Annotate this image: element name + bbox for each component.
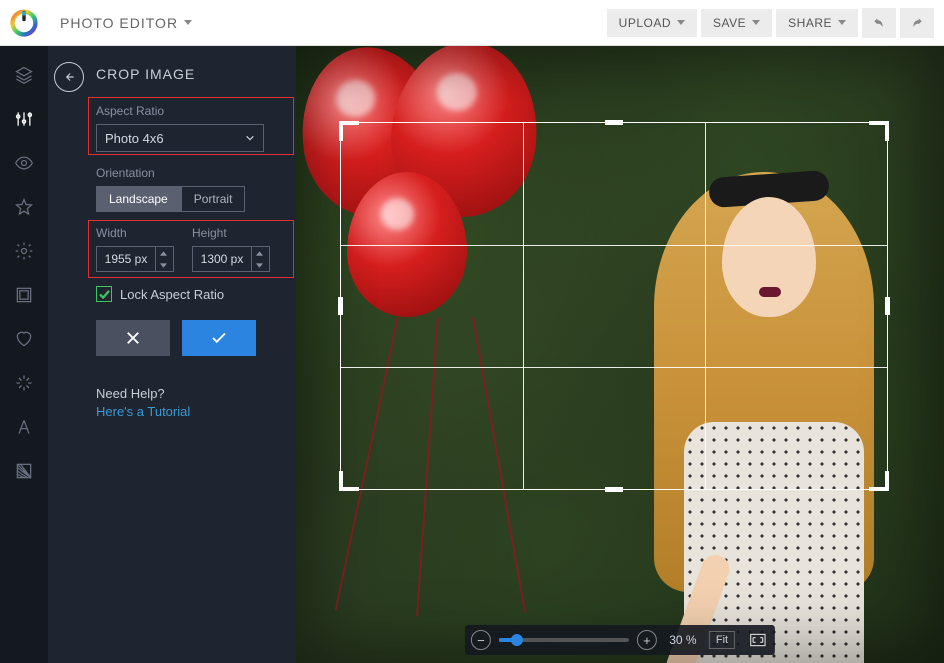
tool-adjust-icon[interactable]: [13, 108, 35, 130]
width-label: Width: [96, 226, 174, 240]
width-input-wrap: [96, 246, 174, 272]
top-bar: PHOTO EDITOR UPLOAD SAVE SHARE: [0, 0, 944, 46]
undo-button[interactable]: [862, 8, 896, 38]
landscape-button[interactable]: Landscape: [96, 186, 181, 212]
tool-text-icon[interactable]: [13, 416, 35, 438]
zoom-bar: − + 30 % Fit: [465, 625, 775, 655]
aspect-ratio-label: Aspect Ratio: [96, 104, 280, 118]
save-button[interactable]: SAVE: [701, 9, 772, 37]
tool-heart-icon[interactable]: [13, 328, 35, 350]
caret-down-icon: [184, 20, 192, 25]
tool-gear-icon[interactable]: [13, 240, 35, 262]
zoom-thumb[interactable]: [511, 634, 523, 646]
lock-aspect-checkbox[interactable]: [96, 286, 112, 302]
width-up[interactable]: [156, 247, 171, 259]
height-input[interactable]: [193, 252, 251, 266]
orientation-label: Orientation: [96, 166, 280, 180]
crop-handle-left[interactable]: [338, 297, 343, 315]
close-icon: [124, 329, 142, 347]
caret-down-icon: [838, 20, 846, 25]
crop-handle-br[interactable]: [869, 471, 889, 491]
tool-sparkle-icon[interactable]: [13, 372, 35, 394]
tool-star-icon[interactable]: [13, 196, 35, 218]
check-icon: [210, 329, 228, 347]
crop-handle-tr[interactable]: [869, 121, 889, 141]
tool-texture-icon[interactable]: [13, 460, 35, 482]
redo-button[interactable]: [900, 8, 934, 38]
back-button[interactable]: [54, 62, 84, 92]
aspect-ratio-select[interactable]: Photo 4x6: [96, 124, 264, 152]
fullscreen-button[interactable]: [747, 630, 769, 650]
canvas[interactable]: − + 30 % Fit: [296, 46, 944, 663]
side-panel: CROP IMAGE Aspect Ratio Photo 4x6 Orient…: [48, 46, 296, 663]
crop-handle-bottom[interactable]: [605, 487, 623, 492]
help-link[interactable]: Here's a Tutorial: [96, 404, 280, 419]
height-label: Height: [192, 226, 270, 240]
height-input-wrap: [192, 246, 270, 272]
help-question: Need Help?: [96, 386, 280, 401]
tool-layers-icon[interactable]: [13, 64, 35, 86]
confirm-button[interactable]: [182, 320, 256, 356]
crop-handle-tl[interactable]: [339, 121, 359, 141]
width-down[interactable]: [156, 259, 171, 271]
width-input[interactable]: [97, 252, 155, 266]
zoom-percent: 30 %: [665, 633, 701, 647]
orientation-toggle: Landscape Portrait: [96, 186, 280, 212]
crop-handle-bl[interactable]: [339, 471, 359, 491]
zoom-fit-button[interactable]: Fit: [709, 631, 735, 649]
crop-handle-right[interactable]: [885, 297, 890, 315]
zoom-in-button[interactable]: +: [637, 630, 657, 650]
panel-title: CROP IMAGE: [96, 66, 286, 82]
caret-down-icon: [752, 20, 760, 25]
caret-down-icon: [677, 20, 685, 25]
height-down[interactable]: [252, 259, 267, 271]
share-button[interactable]: SHARE: [776, 9, 858, 37]
crop-handle-top[interactable]: [605, 120, 623, 125]
zoom-slider[interactable]: [499, 638, 629, 642]
tool-eye-icon[interactable]: [13, 152, 35, 174]
app-menu[interactable]: PHOTO EDITOR: [50, 9, 202, 37]
tool-column: [0, 46, 48, 663]
app-logo: [10, 9, 38, 37]
cancel-button[interactable]: [96, 320, 170, 356]
crop-overlay[interactable]: [340, 122, 888, 490]
height-up[interactable]: [252, 247, 267, 259]
app-menu-label: PHOTO EDITOR: [60, 15, 178, 31]
tool-frame-icon[interactable]: [13, 284, 35, 306]
upload-button[interactable]: UPLOAD: [607, 9, 697, 37]
portrait-button[interactable]: Portrait: [181, 186, 246, 212]
zoom-out-button[interactable]: −: [471, 630, 491, 650]
chevron-down-icon: [245, 133, 255, 143]
lock-aspect-label: Lock Aspect Ratio: [120, 287, 224, 302]
lock-aspect-row[interactable]: Lock Aspect Ratio: [96, 286, 280, 302]
aspect-ratio-value: Photo 4x6: [105, 131, 164, 146]
